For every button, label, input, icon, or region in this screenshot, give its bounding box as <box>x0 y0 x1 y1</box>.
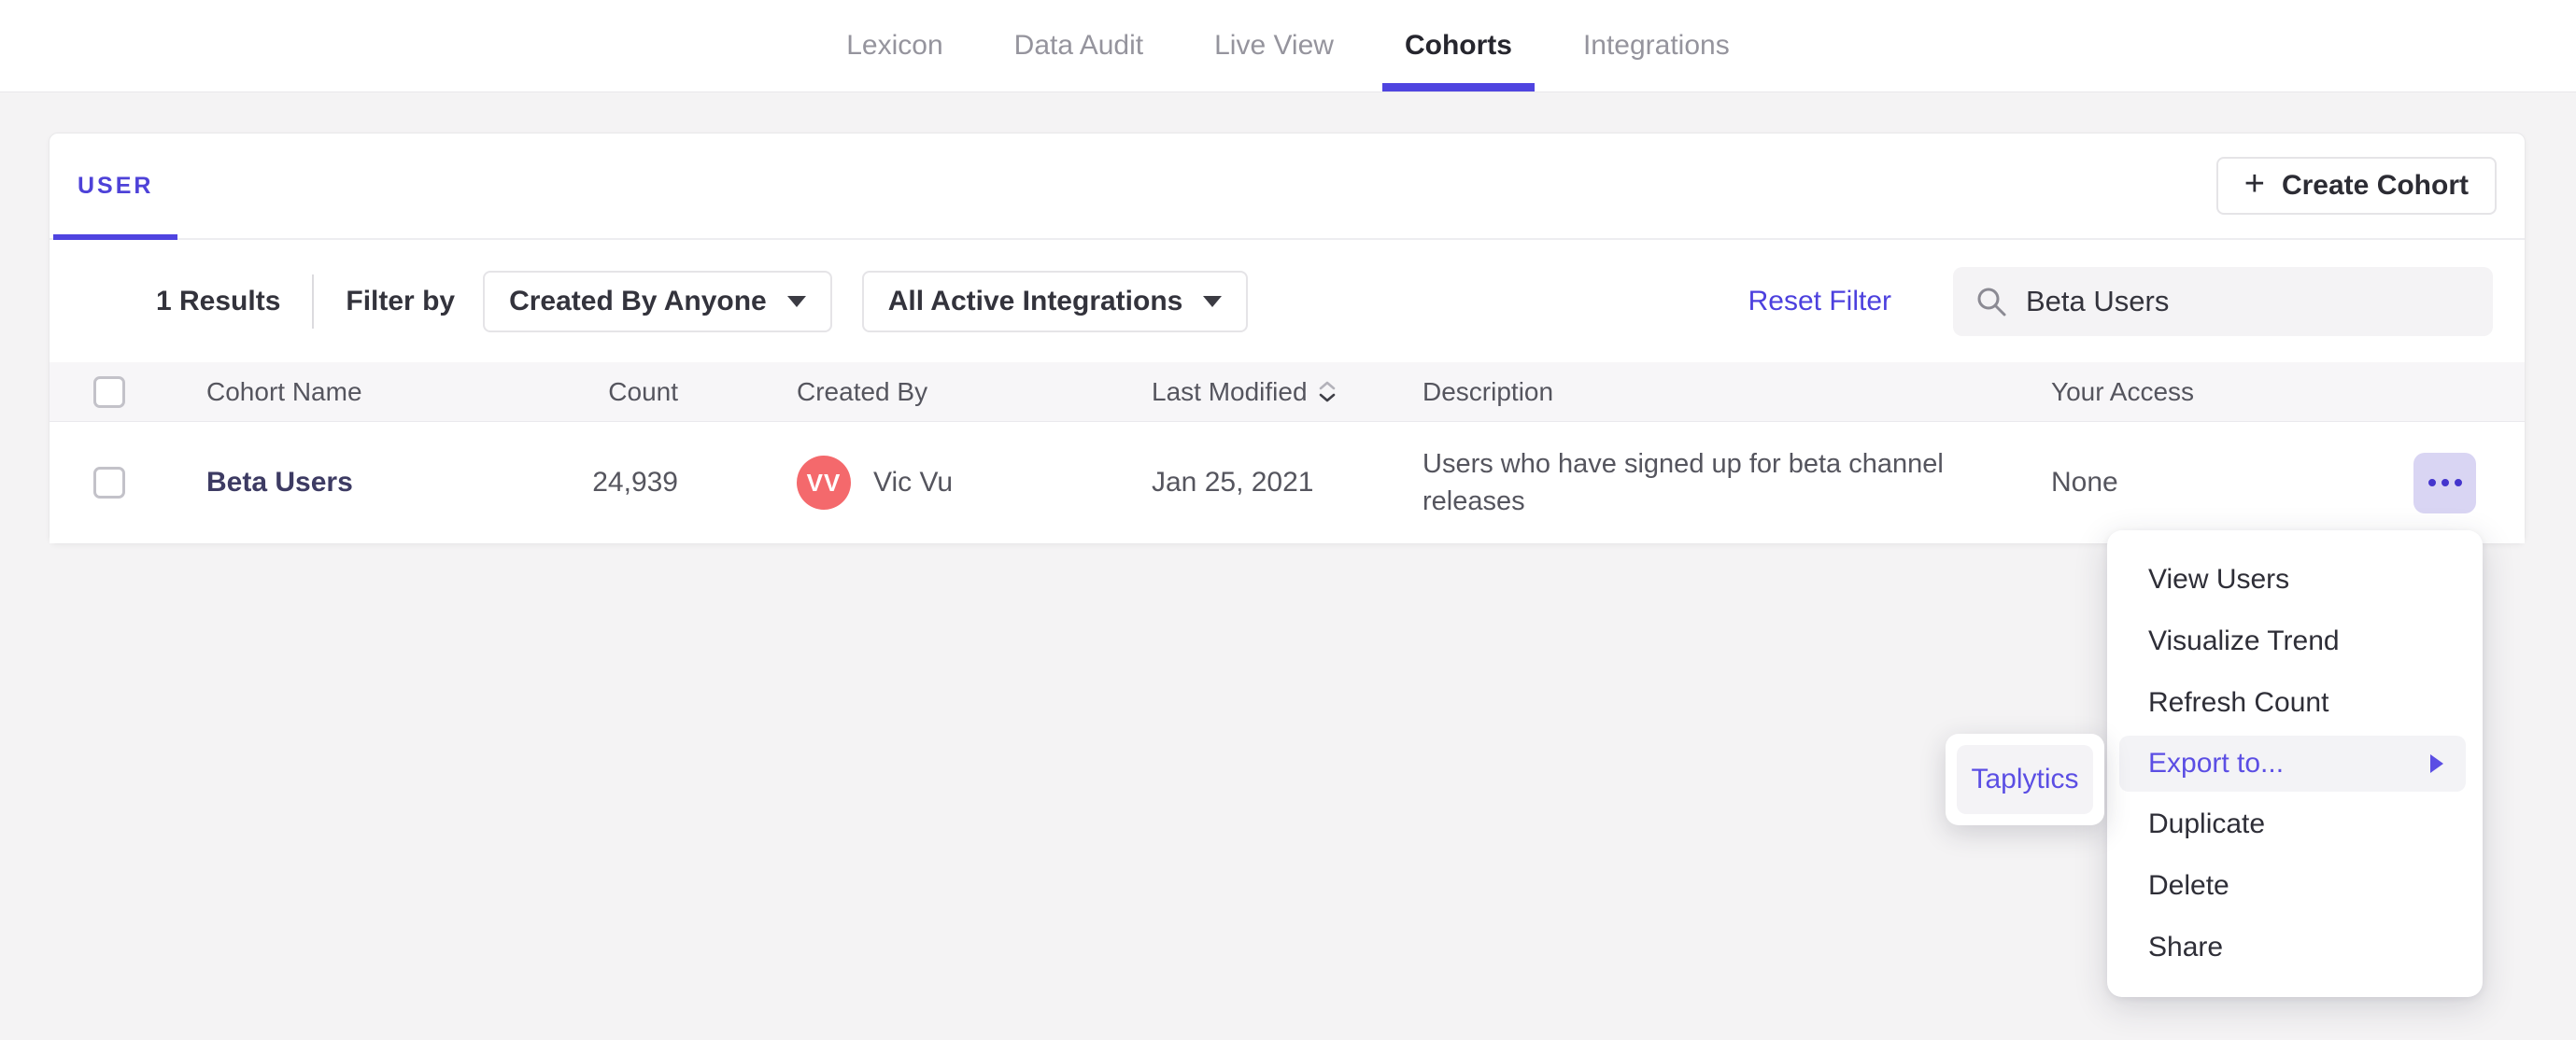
header-cell-created-by[interactable]: Created By <box>678 377 1152 407</box>
export-submenu: Taplytics <box>1946 734 2104 825</box>
table-header: Cohort Name Count Created By Last Modifi… <box>50 362 2525 421</box>
header-cell-count[interactable]: Count <box>543 377 678 407</box>
search-input[interactable] <box>2026 284 2470 318</box>
row-context-menu: View Users Visualize Trend Refresh Count… <box>2107 530 2483 997</box>
more-actions-icon <box>2427 479 2436 486</box>
menu-item-view-users[interactable]: View Users <box>2107 549 2483 611</box>
avatar: VV <box>797 456 851 510</box>
create-cohort-button[interactable]: + Create Cohort <box>2215 157 2497 215</box>
creator-name: Vic Vu <box>873 467 954 498</box>
submenu-arrow-icon <box>2430 754 2443 773</box>
menu-item-share[interactable]: Share <box>2107 917 2483 978</box>
created-by-dropdown[interactable]: Created By Anyone <box>483 270 832 332</box>
cell-last-modified: Jan 25, 2021 <box>1152 467 1314 498</box>
cell-description: Users who have signed up for beta channe… <box>1422 449 1944 516</box>
results-count: 1 Results <box>156 285 281 316</box>
cohorts-panel: USER + Create Cohort 1 Results Filter by… <box>49 133 2526 544</box>
header-cell-description: Description <box>1422 376 1554 406</box>
menu-item-export-to-label: Export to... <box>2148 748 2285 779</box>
menu-item-export-to[interactable]: Export to... <box>2119 736 2466 792</box>
menu-item-visualize-trend[interactable]: Visualize Trend <box>2107 611 2483 672</box>
integrations-dropdown-value: All Active Integrations <box>887 285 1183 316</box>
tab-user[interactable]: USER <box>53 134 178 240</box>
nav-tab-cohorts[interactable]: Cohorts <box>1369 0 1548 91</box>
row-checkbox[interactable] <box>93 467 125 499</box>
search-box[interactable] <box>1953 266 2493 336</box>
menu-item-refresh-count[interactable]: Refresh Count <box>2107 672 2483 734</box>
create-cohort-label: Create Cohort <box>2281 170 2469 201</box>
nav-tab-lexicon[interactable]: Lexicon <box>811 0 978 91</box>
panel-tab-bar: USER + Create Cohort <box>50 134 2525 240</box>
cell-created-by: VV Vic Vu <box>678 456 1152 510</box>
filter-by-label: Filter by <box>346 285 456 316</box>
header-cell-access: Your Access <box>2051 376 2195 406</box>
cell-access: None <box>2051 467 2118 498</box>
nav-tab-integrations[interactable]: Integrations <box>1548 0 1765 91</box>
integrations-dropdown[interactable]: All Active Integrations <box>861 270 1249 332</box>
reset-filter-link[interactable]: Reset Filter <box>1748 286 1891 317</box>
chevron-down-icon <box>1203 295 1223 307</box>
plus-icon: + <box>2243 164 2265 204</box>
table-row: Beta Users 24,939 VV Vic Vu Jan 25, 2021… <box>50 421 2525 543</box>
cell-count: 24,939 <box>592 467 678 498</box>
cell-actions <box>2413 452 2525 513</box>
menu-item-delete[interactable]: Delete <box>2107 855 2483 917</box>
header-last-modified-label: Last Modified <box>1152 376 1308 406</box>
divider <box>312 274 315 329</box>
menu-item-duplicate[interactable]: Duplicate <box>2107 794 2483 855</box>
cell-select <box>50 467 206 499</box>
sort-icon <box>1319 381 1336 402</box>
header-cell-name[interactable]: Cohort Name <box>206 377 543 407</box>
cohort-name-link[interactable]: Beta Users <box>206 467 543 499</box>
submenu-item-taplytics[interactable]: Taplytics <box>1957 745 2093 814</box>
filter-bar: 1 Results Filter by Created By Anyone Al… <box>50 240 2525 362</box>
top-nav: Lexicon Data Audit Live View Cohorts Int… <box>0 0 2576 92</box>
created-by-dropdown-value: Created By Anyone <box>509 285 767 316</box>
header-cell-select <box>50 375 206 408</box>
header-cell-last-modified[interactable]: Last Modified <box>1152 377 1422 407</box>
row-more-actions-button[interactable] <box>2413 452 2476 513</box>
search-icon <box>1977 288 2006 316</box>
nav-tab-data-audit[interactable]: Data Audit <box>979 0 1179 91</box>
tab-user-label: USER <box>78 172 154 199</box>
nav-tab-live-view[interactable]: Live View <box>1179 0 1369 91</box>
chevron-down-icon <box>786 295 806 307</box>
select-all-checkbox[interactable] <box>93 375 125 408</box>
